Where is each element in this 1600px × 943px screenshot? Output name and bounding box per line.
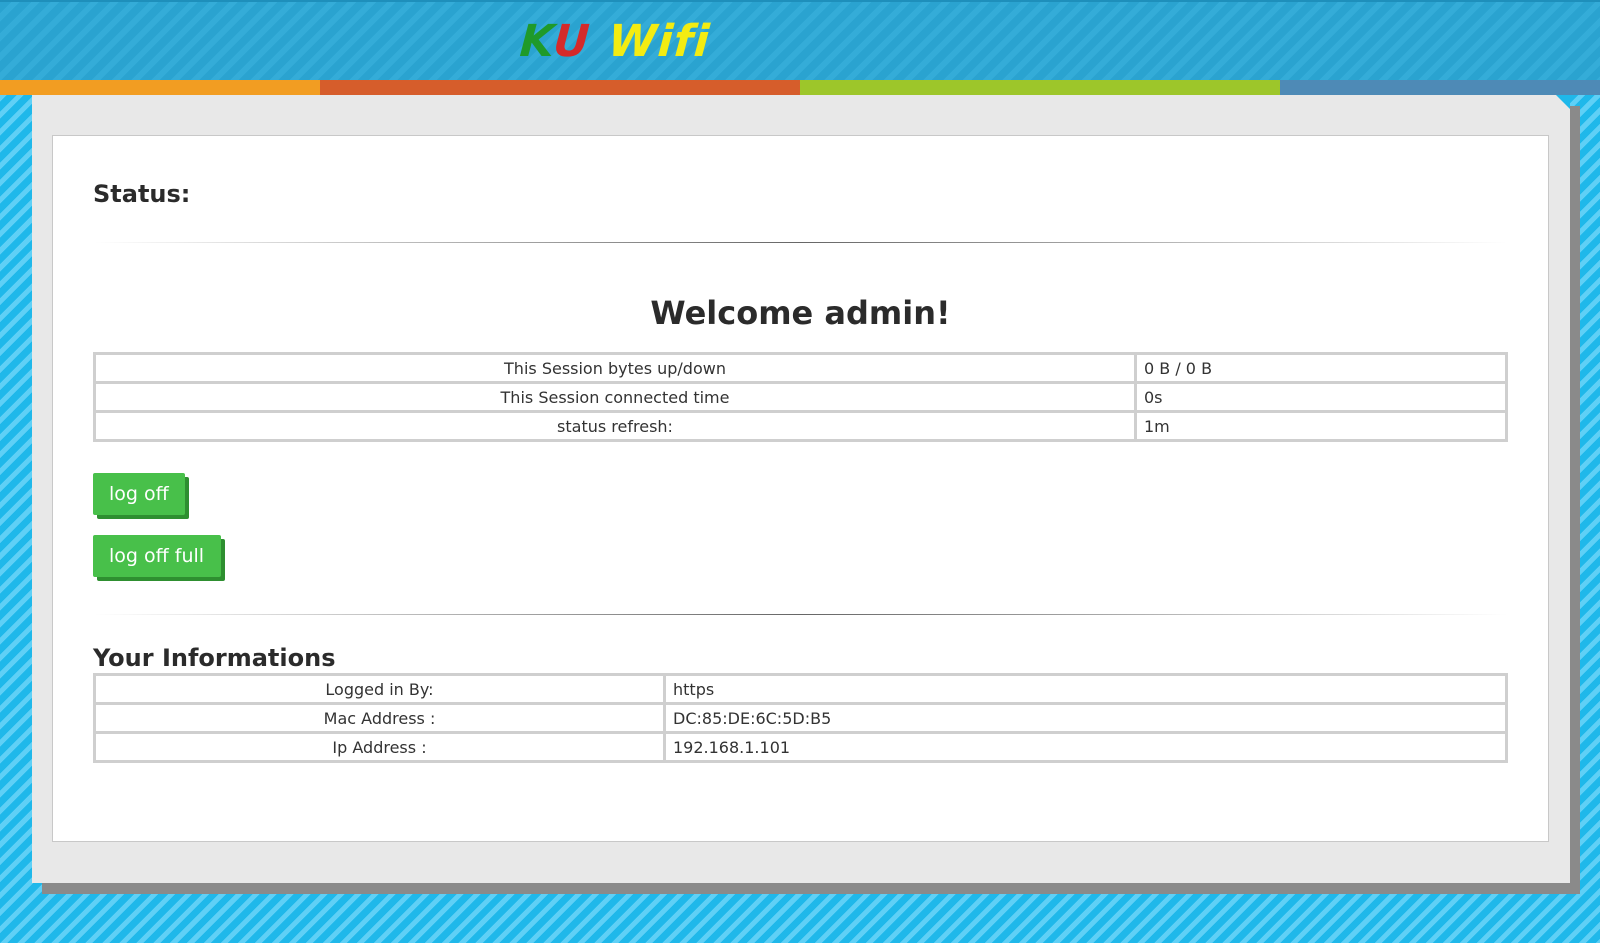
ku-wifi-logo: KU Wifi — [518, 16, 712, 68]
mac-address-label: Mac Address : — [93, 702, 666, 734]
logo-letter-k: K — [518, 16, 556, 67]
ip-address-value: 192.168.1.101 — [663, 731, 1508, 763]
table-row: Ip Address : 192.168.1.101 — [93, 731, 1508, 763]
divider-top — [93, 242, 1508, 243]
logged-in-by-label: Logged in By: — [93, 673, 666, 705]
ip-address-label: Ip Address : — [93, 731, 666, 763]
session-time-value: 0s — [1134, 381, 1508, 413]
table-row: This Session connected time 0s — [93, 381, 1508, 413]
main-panel: Status: Welcome admin! This Session byte… — [32, 95, 1570, 883]
color-bar-green — [800, 80, 1280, 95]
status-refresh-label: status refresh: — [93, 410, 1137, 442]
status-heading: Status: — [93, 180, 191, 208]
log-off-button[interactable]: log off — [93, 473, 185, 515]
table-row: Mac Address : DC:85:DE:6C:5D:B5 — [93, 702, 1508, 734]
table-row: Logged in By: https — [93, 673, 1508, 705]
session-table: This Session bytes up/down 0 B / 0 B Thi… — [93, 352, 1508, 442]
logged-in-by-value: https — [663, 673, 1508, 705]
header-color-bar — [0, 80, 1600, 95]
session-time-label: This Session connected time — [93, 381, 1137, 413]
table-row: This Session bytes up/down 0 B / 0 B — [93, 352, 1508, 384]
your-informations-heading: Your Informations — [93, 644, 336, 672]
color-bar-red — [320, 80, 800, 95]
logo-wifi: Wifi — [606, 16, 712, 67]
status-refresh-value: 1m — [1134, 410, 1508, 442]
mac-address-value: DC:85:DE:6C:5D:B5 — [663, 702, 1508, 734]
log-off-full-button[interactable]: log off full — [93, 535, 221, 577]
content-card: Status: Welcome admin! This Session byte… — [52, 135, 1549, 842]
color-bar-blue — [1280, 80, 1600, 95]
panel-corner — [1556, 95, 1570, 109]
user-info-table: Logged in By: https Mac Address : DC:85:… — [93, 673, 1508, 763]
session-bytes-label: This Session bytes up/down — [93, 352, 1137, 384]
session-bytes-value: 0 B / 0 B — [1134, 352, 1508, 384]
welcome-heading: Welcome admin! — [650, 294, 951, 332]
color-bar-orange — [0, 80, 320, 95]
logo-letter-u: U — [551, 16, 593, 67]
divider-bottom — [93, 614, 1508, 615]
table-row: status refresh: 1m — [93, 410, 1508, 442]
site-header: KU Wifi — [0, 0, 1600, 80]
